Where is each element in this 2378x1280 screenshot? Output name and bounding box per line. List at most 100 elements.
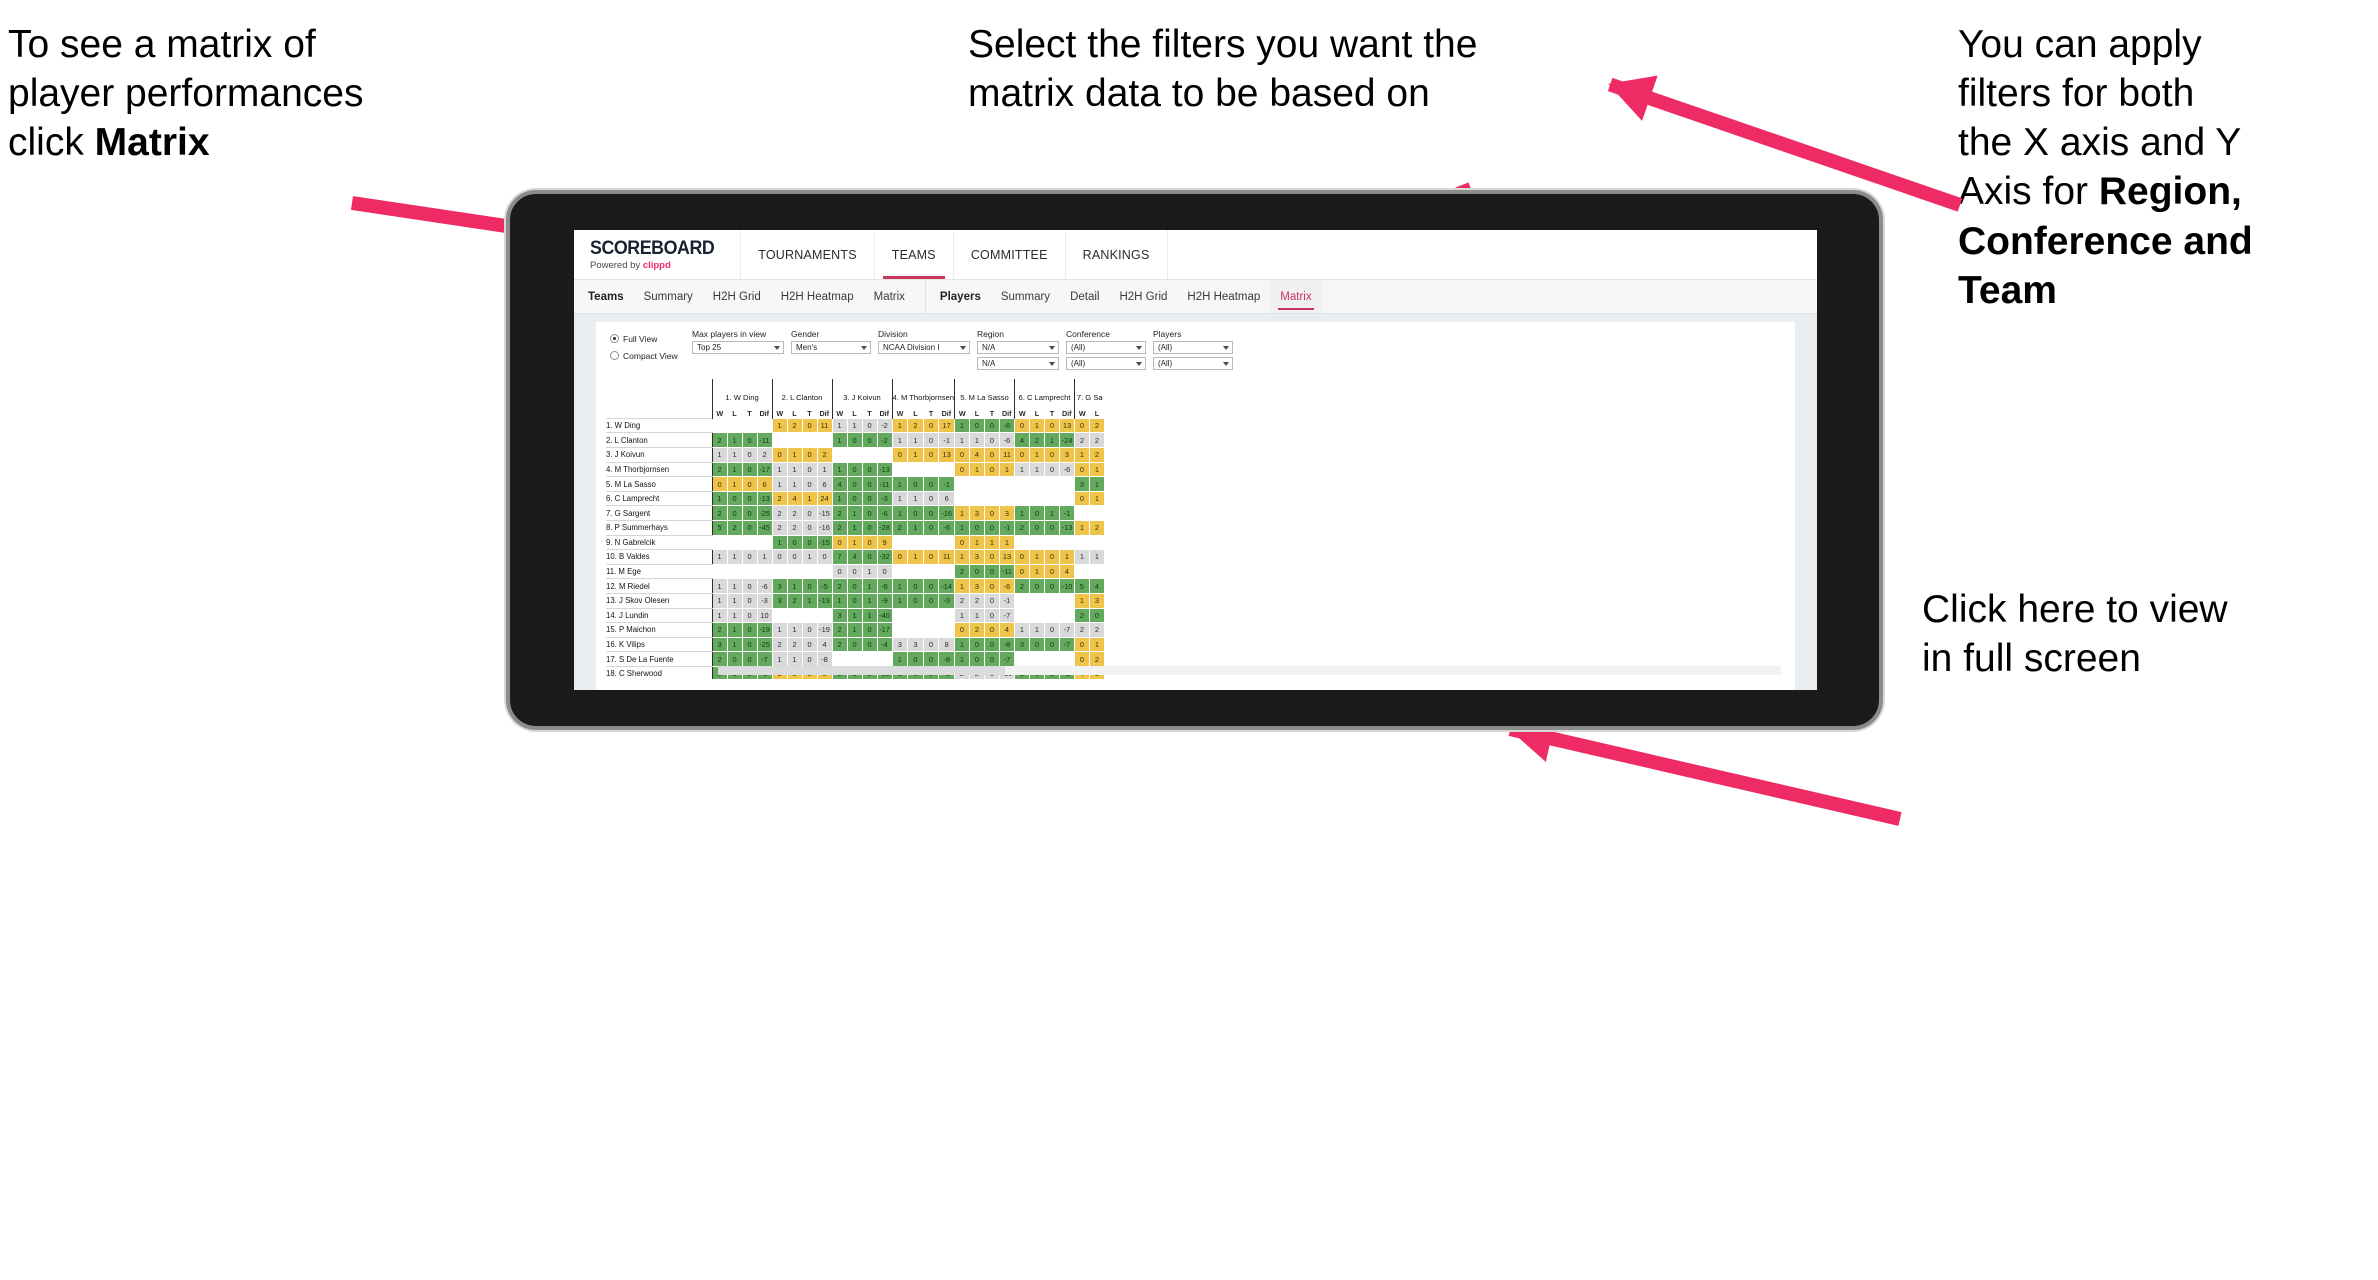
matrix-cell[interactable]: 4 (846, 549, 863, 565)
matrix-cell[interactable]: 1 (907, 490, 924, 507)
matrix-cell[interactable]: 4 (1058, 563, 1075, 580)
matrix-cell[interactable]: 1 (801, 490, 818, 507)
subnav-players-h2h-heatmap[interactable]: H2H Heatmap (1177, 280, 1270, 313)
matrix-cell[interactable]: 0 (861, 432, 878, 449)
matrix-cell[interactable]: 2 (953, 563, 970, 580)
matrix-cell[interactable]: 0 (801, 534, 818, 551)
matrix-cell[interactable]: 0 (861, 490, 878, 507)
matrix-cell[interactable]: 1 (953, 549, 970, 565)
matrix-cell[interactable]: 6 (816, 476, 833, 492)
matrix-cell[interactable]: 1 (816, 461, 833, 478)
matrix-cell[interactable]: 13 (998, 549, 1015, 565)
matrix-cell[interactable]: 2 (907, 417, 924, 434)
matrix-cell[interactable]: 0 (922, 447, 940, 463)
matrix-cell[interactable]: 0 (801, 505, 818, 521)
horizontal-scrollbar[interactable] (718, 666, 1781, 676)
matrix-cell[interactable]: 0 (1043, 563, 1060, 580)
matrix-cell[interactable]: 1 (1058, 549, 1075, 565)
select-players-y[interactable]: (All) (1153, 357, 1233, 371)
matrix-cell[interactable]: -40 (876, 607, 893, 624)
matrix-cell[interactable]: 1 (711, 607, 728, 624)
matrix-cell[interactable]: 1 (786, 622, 803, 638)
matrix-cell[interactable]: 2 (968, 592, 985, 609)
matrix-cell[interactable]: 0 (816, 549, 833, 565)
matrix-cell[interactable]: 0 (922, 636, 940, 653)
matrix-cell[interactable]: 1 (786, 461, 803, 478)
matrix-cell[interactable]: 2 (711, 432, 728, 449)
matrix-cell[interactable]: 0 (861, 520, 878, 536)
select-players-x[interactable]: (All) (1153, 341, 1233, 355)
matrix-cell[interactable]: 0 (1043, 622, 1060, 638)
matrix-cell[interactable]: -45 (756, 520, 773, 536)
matrix-cell[interactable]: 0 (983, 622, 1000, 638)
matrix-cell[interactable]: 1 (1088, 636, 1105, 653)
matrix-cell[interactable]: -19 (816, 592, 833, 609)
select-conference-y[interactable]: (All) (1066, 357, 1146, 371)
matrix-cell[interactable]: 1 (846, 607, 863, 624)
matrix-cell[interactable]: 11 (998, 447, 1015, 463)
matrix-cell[interactable]: 1 (968, 607, 985, 624)
brand-logo[interactable]: SCOREBOARD Powered by clippd (574, 230, 742, 279)
matrix-cell[interactable]: 1 (953, 520, 970, 536)
matrix-cell[interactable]: 0 (1043, 520, 1060, 536)
matrix-cell[interactable]: 0 (786, 534, 803, 551)
matrix-cell[interactable]: 1 (1043, 505, 1060, 521)
matrix-cell[interactable]: 1 (846, 520, 863, 536)
matrix-cell[interactable]: -16 (816, 520, 833, 536)
matrix-cell[interactable]: 0 (861, 622, 878, 638)
matrix-cell[interactable]: -15 (816, 505, 833, 521)
matrix-cell[interactable]: 0 (1013, 563, 1030, 580)
matrix-cell[interactable]: 1 (771, 534, 788, 551)
matrix-cell[interactable]: 1 (861, 607, 878, 624)
matrix-cell[interactable]: 0 (983, 636, 1000, 653)
matrix-cell[interactable]: 2 (831, 622, 848, 638)
matrix-cell[interactable]: 0 (846, 636, 863, 653)
matrix-cell[interactable]: -6 (998, 578, 1015, 594)
matrix-cell[interactable]: 0 (801, 476, 818, 492)
matrix-cell[interactable]: 3 (831, 607, 848, 624)
matrix-cell[interactable]: 0 (1073, 461, 1090, 478)
matrix-cell[interactable]: 1 (1013, 461, 1030, 478)
matrix-cell[interactable]: 0 (983, 505, 1000, 521)
matrix-cell[interactable]: 0 (741, 447, 758, 463)
matrix-cell[interactable]: -9 (876, 592, 893, 609)
matrix-cell[interactable]: 3 (968, 549, 985, 565)
matrix-cell[interactable]: 2 (786, 417, 803, 434)
matrix-cell[interactable]: 0 (983, 432, 1000, 449)
matrix-cell[interactable]: 0 (711, 476, 728, 492)
matrix-cell[interactable]: -13 (756, 490, 773, 507)
matrix-cell[interactable]: 4 (1013, 432, 1030, 449)
nav-item-tournaments[interactable]: TOURNAMENTS (741, 230, 875, 279)
matrix-cell[interactable]: 0 (1043, 549, 1060, 565)
matrix-cell[interactable]: -13 (876, 461, 893, 478)
matrix-cell[interactable]: 0 (741, 578, 758, 594)
matrix-cell[interactable]: 0 (801, 636, 818, 653)
matrix-cell[interactable]: 0 (907, 651, 924, 667)
matrix-cell[interactable]: 2 (1013, 578, 1030, 594)
matrix-cell[interactable]: 2 (786, 636, 803, 653)
matrix-cell[interactable]: -6 (998, 417, 1015, 434)
matrix-cell[interactable]: 2 (831, 578, 848, 594)
matrix-cell[interactable]: 1 (907, 520, 924, 536)
nav-item-teams[interactable]: TEAMS (875, 230, 954, 279)
matrix-cell[interactable]: 1 (907, 549, 924, 565)
matrix-cell[interactable]: 5 (1073, 578, 1090, 594)
subnav-players-matrix[interactable]: Matrix (1270, 280, 1322, 313)
matrix-cell[interactable]: 2 (726, 520, 743, 536)
matrix-cell[interactable]: 1 (771, 476, 788, 492)
matrix-cell[interactable]: 3 (1073, 476, 1090, 492)
matrix-cell[interactable]: 0 (801, 447, 818, 463)
matrix-cell[interactable]: 0 (1088, 607, 1105, 624)
matrix-cell[interactable]: 1 (968, 432, 985, 449)
matrix-cell[interactable]: 1 (711, 490, 728, 507)
matrix-cell[interactable]: 1 (756, 549, 773, 565)
matrix-cell[interactable]: 1 (998, 534, 1015, 551)
matrix-cell[interactable]: 0 (1028, 520, 1045, 536)
matrix-cell[interactable]: 0 (968, 563, 985, 580)
matrix-cell[interactable]: 1 (726, 578, 743, 594)
matrix-cell[interactable]: 1 (891, 651, 909, 667)
matrix-cell[interactable]: 0 (741, 490, 758, 507)
matrix-cell[interactable]: 1 (953, 578, 970, 594)
matrix-cell[interactable]: 1 (726, 461, 743, 478)
matrix-cell[interactable]: -16 (938, 505, 955, 521)
